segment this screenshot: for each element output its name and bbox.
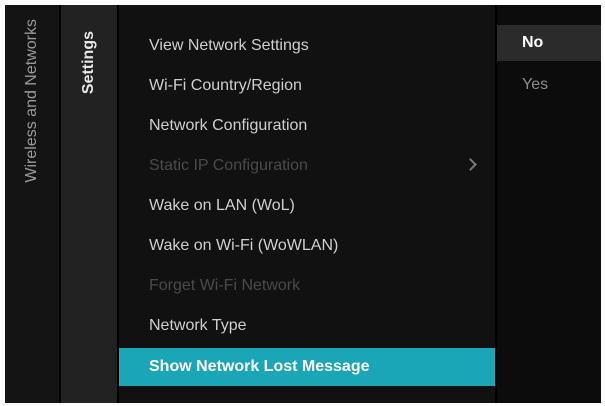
menu-item-label: Forget Wi-Fi Network (149, 277, 301, 294)
option-label: Yes (522, 76, 549, 93)
settings-menu: View Network Settings Wi-Fi Country/Regi… (119, 5, 495, 403)
menu-item-network-type[interactable]: Network Type (119, 307, 495, 345)
option-panel: No Yes (497, 5, 601, 403)
menu-item-label: Wi-Fi Country/Region (149, 77, 302, 94)
breadcrumb-level2-label: Settings (80, 31, 97, 95)
menu-item-label: Network Configuration (149, 117, 308, 134)
breadcrumb-level1-label: Wireless and Networks (23, 19, 40, 183)
menu-item-wake-on-wifi[interactable]: Wake on Wi-Fi (WoWLAN) (119, 227, 495, 265)
menu-item-label: Wake on LAN (WoL) (149, 197, 295, 214)
menu-item-label: Static IP Configuration (149, 157, 308, 174)
option-yes[interactable]: Yes (497, 67, 601, 103)
menu-item-show-network-lost-message[interactable]: Show Network Lost Message (119, 348, 495, 386)
breadcrumb-wireless-and-networks[interactable]: Wireless and Networks (5, 5, 59, 403)
menu-item-view-network-settings[interactable]: View Network Settings (119, 27, 495, 65)
menu-item-static-ip-configuration: Static IP Configuration (119, 147, 495, 185)
menu-item-wake-on-lan[interactable]: Wake on LAN (WoL) (119, 187, 495, 225)
menu-item-forget-wifi-network: Forget Wi-Fi Network (119, 267, 495, 305)
option-label: No (522, 34, 544, 51)
chevron-right-icon (464, 158, 477, 171)
menu-item-wifi-country-region[interactable]: Wi-Fi Country/Region (119, 67, 495, 105)
menu-item-label: Wake on Wi-Fi (WoWLAN) (149, 237, 339, 254)
menu-item-label: Show Network Lost Message (149, 358, 370, 375)
menu-item-network-configuration[interactable]: Network Configuration (119, 107, 495, 145)
option-no[interactable]: No (497, 25, 601, 61)
breadcrumb-settings[interactable]: Settings (61, 5, 117, 403)
menu-item-label: View Network Settings (149, 37, 309, 54)
settings-screen: Wireless and Networks Settings View Netw… (5, 5, 601, 403)
menu-item-label: Network Type (149, 317, 247, 334)
